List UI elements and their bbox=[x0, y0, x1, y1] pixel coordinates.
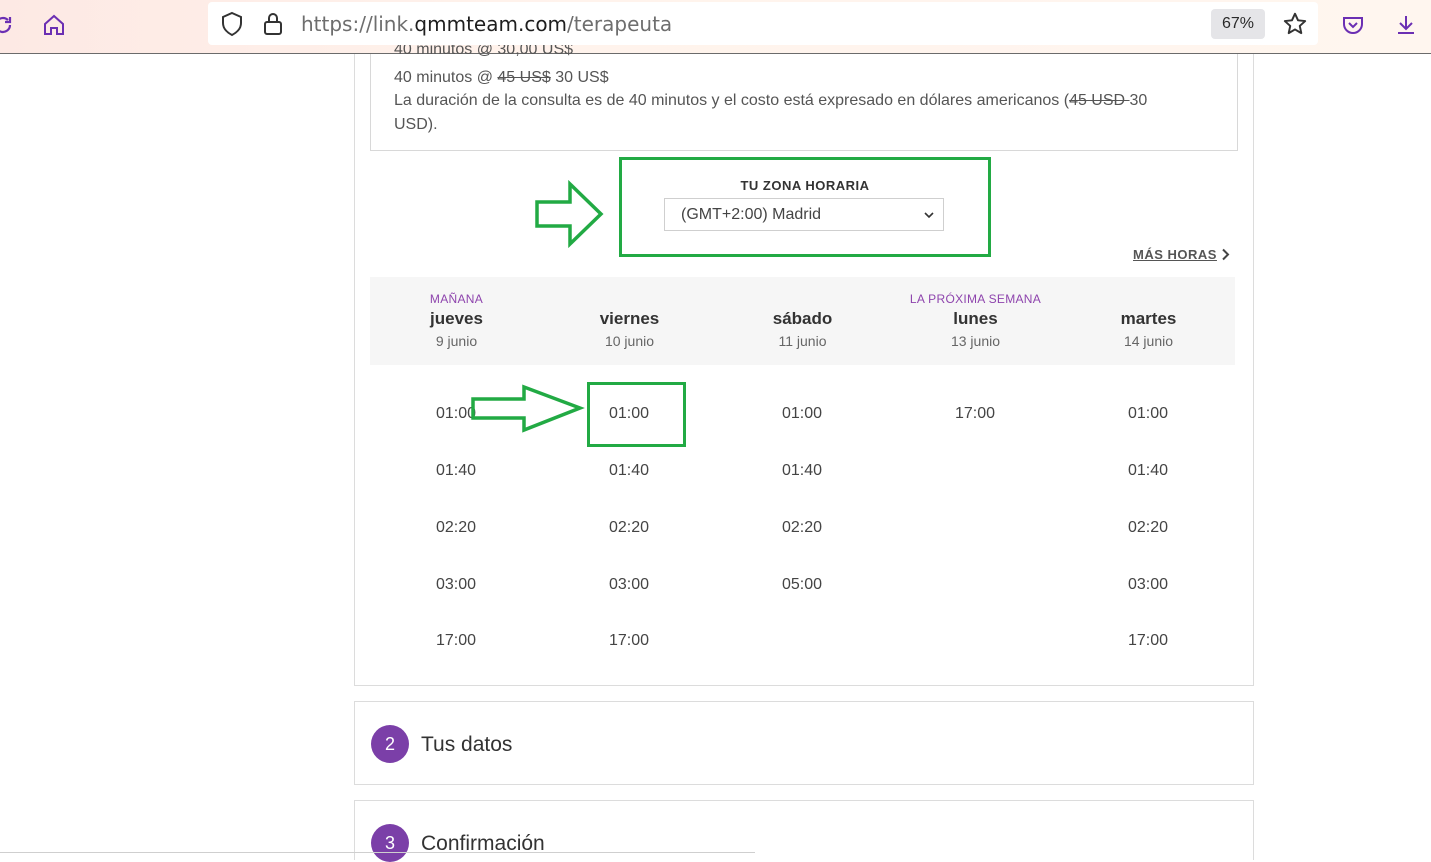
day-date: 11 junio bbox=[778, 333, 827, 349]
time-slot[interactable]: 01:40 bbox=[579, 462, 679, 480]
day-date: 13 junio bbox=[950, 333, 1001, 349]
step-number-badge: 3 bbox=[371, 824, 409, 862]
time-slot[interactable]: 01:40 bbox=[406, 462, 506, 480]
day-name: lunes bbox=[953, 309, 998, 328]
download-icon[interactable] bbox=[1389, 8, 1423, 42]
annotation-arrow-icon bbox=[471, 384, 585, 433]
time-slot[interactable]: 01:00 bbox=[752, 405, 852, 423]
more-hours-link[interactable]: MÁS HORAS bbox=[1133, 247, 1230, 262]
lock-icon[interactable] bbox=[262, 11, 284, 42]
day-name: viernes bbox=[599, 309, 660, 328]
time-slot[interactable]: 02:20 bbox=[752, 519, 852, 537]
time-slot[interactable]: 05:00 bbox=[752, 576, 852, 594]
time-slot[interactable]: 17:00 bbox=[1098, 632, 1198, 650]
divider bbox=[0, 852, 755, 853]
time-slot[interactable]: 02:20 bbox=[406, 519, 506, 537]
time-slot[interactable]: 17:00 bbox=[406, 632, 506, 650]
pocket-icon[interactable] bbox=[1336, 8, 1370, 42]
time-slot[interactable]: 01:40 bbox=[1098, 462, 1198, 480]
day-name: jueves bbox=[430, 309, 483, 328]
annotation-box-slot bbox=[587, 382, 686, 447]
day-note: MAÑANA bbox=[429, 292, 484, 306]
time-slot[interactable]: 02:20 bbox=[1098, 519, 1198, 537]
address-bar[interactable]: https://link.qmmteam.com/terapeuta 67% bbox=[208, 2, 1318, 45]
price-line-2: 40 minutos @ 45 US$ 30 US$ bbox=[394, 69, 609, 86]
step-number-badge: 2 bbox=[371, 725, 409, 763]
step-label: Tus datos bbox=[421, 733, 513, 756]
time-slot[interactable]: 17:00 bbox=[925, 405, 1025, 423]
annotation-arrow-icon bbox=[535, 180, 604, 248]
url-text[interactable]: https://link.qmmteam.com/terapeuta bbox=[301, 12, 672, 36]
time-slot[interactable]: 01:00 bbox=[1098, 405, 1198, 423]
day-name: martes bbox=[1120, 309, 1177, 328]
days-header: MAÑANA jueves 9 junio viernes 10 junio s… bbox=[370, 277, 1235, 365]
day-date: 9 junio bbox=[435, 333, 478, 349]
day-date: 10 junio bbox=[604, 333, 655, 349]
annotation-box-timezone bbox=[619, 157, 991, 257]
time-slot[interactable]: 03:00 bbox=[406, 576, 506, 594]
step-confirmacion[interactable]: 3 Confirmación bbox=[354, 800, 1254, 862]
time-slot[interactable]: 03:00 bbox=[579, 576, 679, 594]
day-note: LA PRÓXIMA SEMANA bbox=[909, 292, 1042, 306]
time-slot[interactable]: 17:00 bbox=[579, 632, 679, 650]
duration-text: La duración de la consulta es de 40 minu… bbox=[394, 92, 1148, 109]
chevron-right-icon bbox=[1222, 248, 1230, 261]
price-line-1: 40 minutos @ 30,00 US$ bbox=[394, 45, 574, 58]
shield-icon[interactable] bbox=[220, 11, 244, 42]
reload-icon[interactable] bbox=[0, 8, 20, 42]
time-slot[interactable]: 03:00 bbox=[1098, 576, 1198, 594]
time-slot[interactable]: 02:20 bbox=[579, 519, 679, 537]
browser-toolbar: https://link.qmmteam.com/terapeuta 67% bbox=[0, 0, 1431, 54]
home-icon[interactable] bbox=[37, 8, 71, 42]
star-icon[interactable] bbox=[1282, 11, 1308, 42]
step-tus-datos[interactable]: 2 Tus datos bbox=[354, 701, 1254, 785]
more-hours-label: MÁS HORAS bbox=[1133, 247, 1217, 262]
duration-text-cont: USD). bbox=[394, 116, 438, 133]
time-slot[interactable]: 01:40 bbox=[752, 462, 852, 480]
zoom-indicator[interactable]: 67% bbox=[1211, 9, 1265, 39]
day-name: sábado bbox=[772, 309, 833, 328]
day-date: 14 junio bbox=[1123, 333, 1174, 349]
